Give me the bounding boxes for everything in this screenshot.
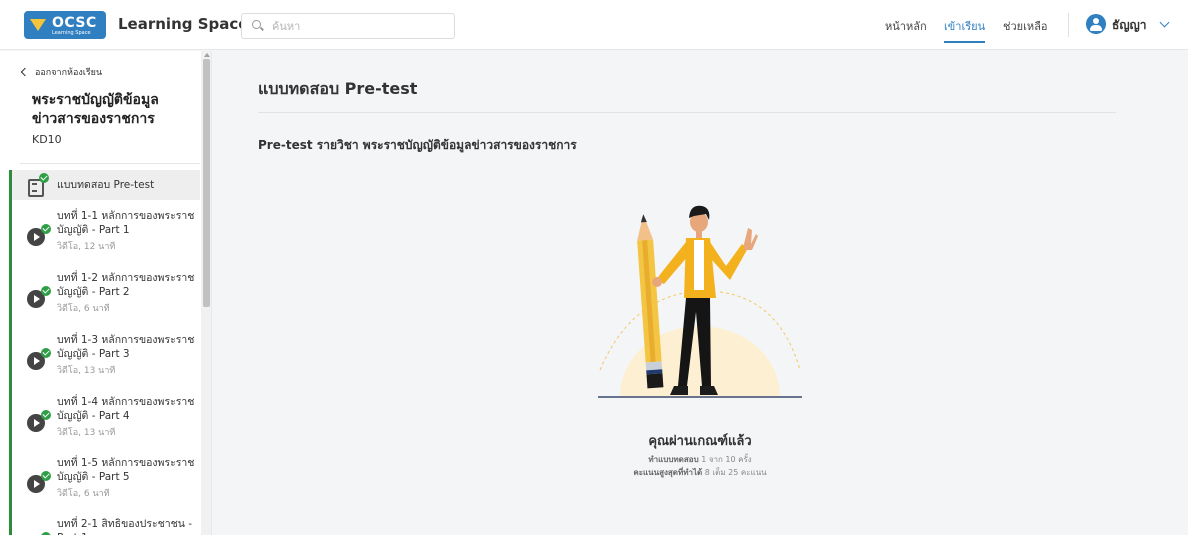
result-title: คุณผ่านเกณฑ์แล้ว bbox=[648, 434, 752, 449]
lesson-item[interactable]: บทที่ 1-1 หลักการของพระราชบัญญัติ - Part… bbox=[12, 206, 200, 266]
check-icon bbox=[41, 286, 51, 296]
check-icon bbox=[41, 410, 51, 420]
logo-title: OCSC bbox=[52, 15, 97, 31]
check-icon bbox=[41, 348, 51, 358]
course-sidebar: ออกจากห้องเรียน พระราชบัญญัติข้อมูลข่าวส… bbox=[0, 51, 212, 535]
lesson-label: บทที่ 1-3 หลักการของพระราชบัญญัติ - Part… bbox=[57, 334, 195, 360]
chevron-left-icon bbox=[20, 67, 30, 77]
lesson-item[interactable]: บทที่ 1-4 หลักการของพระราชบัญญัติ - Part… bbox=[12, 392, 200, 452]
lesson-meta: วิดีโอ, 12 นาที bbox=[57, 242, 116, 252]
lesson-label: แบบทดสอบ Pre-test bbox=[57, 179, 155, 191]
check-icon bbox=[41, 224, 51, 234]
check-icon bbox=[41, 471, 51, 481]
lesson-label: บทที่ 1-4 หลักการของพระราชบัญญัติ - Part… bbox=[57, 396, 195, 422]
scroll-up-arrow-icon[interactable] bbox=[204, 53, 210, 57]
course-title: พระราชบัญญัติข้อมูลข่าวสารของราชการ bbox=[32, 92, 159, 127]
page-title: แบบทดสอบ Pre-test bbox=[258, 79, 418, 98]
search-icon bbox=[252, 20, 264, 32]
lesson-label: บทที่ 1-2 หลักการของพระราชบัญญัติ - Part… bbox=[57, 272, 195, 298]
scroll-thumb[interactable] bbox=[203, 59, 210, 307]
check-icon bbox=[39, 173, 49, 183]
back-label: ออกจากห้องเรียน bbox=[35, 68, 103, 78]
lesson-meta: วิดีโอ, 6 นาที bbox=[57, 489, 110, 499]
lesson-label: บทที่ 1-1 หลักการของพระราชบัญญัติ - Part… bbox=[57, 210, 195, 236]
lesson-item[interactable]: บทที่ 1-2 หลักการของพระราชบัญญัติ - Part… bbox=[12, 268, 200, 328]
attempts-value: 1 จาก 10 ครั้ง bbox=[701, 455, 752, 464]
score-line: คะแนนสูงสุดที่ทำได้ 8 เต็ม 25 คะแนน bbox=[560, 466, 840, 479]
lesson-item-pretest[interactable]: แบบทดสอบ Pre-test bbox=[12, 170, 200, 200]
lesson-label: บทที่ 1-5 หลักการของพระราชบัญญัติ - Part… bbox=[57, 457, 195, 483]
sidebar-divider bbox=[20, 163, 200, 164]
user-name[interactable]: ธัญญา bbox=[1112, 16, 1147, 35]
logo-mark-icon bbox=[30, 17, 46, 33]
ocsc-logo[interactable]: OCSC Learning Space bbox=[24, 11, 106, 39]
logo-subtitle: Learning Space bbox=[52, 30, 91, 36]
chevron-down-icon[interactable] bbox=[1159, 17, 1170, 28]
course-code: KD10 bbox=[32, 133, 62, 146]
score-value: 8 เต็ม 25 คะแนน bbox=[704, 468, 767, 477]
nav-divider bbox=[1068, 13, 1069, 37]
nav-home[interactable]: หน้าหลัก bbox=[885, 17, 927, 35]
lesson-meta: วิดีโอ, 13 นาที bbox=[57, 428, 116, 438]
nav-classroom[interactable]: เข้าเรียน bbox=[944, 17, 986, 43]
score-label: คะแนนสูงสุดที่ทำได้ bbox=[633, 468, 703, 477]
lesson-label: บทที่ 2-1 สิทธิของประชาชน - Part 1 bbox=[57, 518, 193, 535]
attempts-line: ทำแบบทดสอบ 1 จาก 10 ครั้ง bbox=[560, 453, 840, 466]
lesson-item[interactable]: บทที่ 1-5 หลักการของพระราชบัญญัติ - Part… bbox=[12, 453, 200, 513]
back-link[interactable]: ออกจากห้องเรียน bbox=[20, 65, 103, 79]
app-name: Learning Space bbox=[118, 15, 249, 33]
avatar-icon[interactable] bbox=[1086, 14, 1106, 34]
test-subtitle: Pre-test รายวิชา พระราชบัญญัติข้อมูลข่าว… bbox=[258, 138, 577, 152]
lesson-item[interactable]: บทที่ 1-3 หลักการของพระราชบัญญัติ - Part… bbox=[12, 330, 200, 390]
attempts-label: ทำแบบทดสอบ bbox=[648, 455, 699, 464]
man-with-pencil-illustration bbox=[598, 205, 802, 398]
title-divider bbox=[258, 112, 1116, 113]
lesson-meta: วิดีโอ, 13 นาที bbox=[57, 366, 116, 376]
search-box[interactable] bbox=[241, 13, 455, 39]
search-input[interactable] bbox=[272, 19, 442, 33]
lesson-item[interactable]: บทที่ 2-1 สิทธิของประชาชน - Part 1 bbox=[12, 514, 200, 535]
top-header: OCSC Learning Space Learning Space หน้าห… bbox=[0, 0, 1188, 50]
sidebar-scrollbar[interactable] bbox=[201, 51, 211, 535]
nav-help[interactable]: ช่วยเหลือ bbox=[1003, 17, 1047, 35]
lesson-meta: วิดีโอ, 6 นาที bbox=[57, 304, 110, 314]
